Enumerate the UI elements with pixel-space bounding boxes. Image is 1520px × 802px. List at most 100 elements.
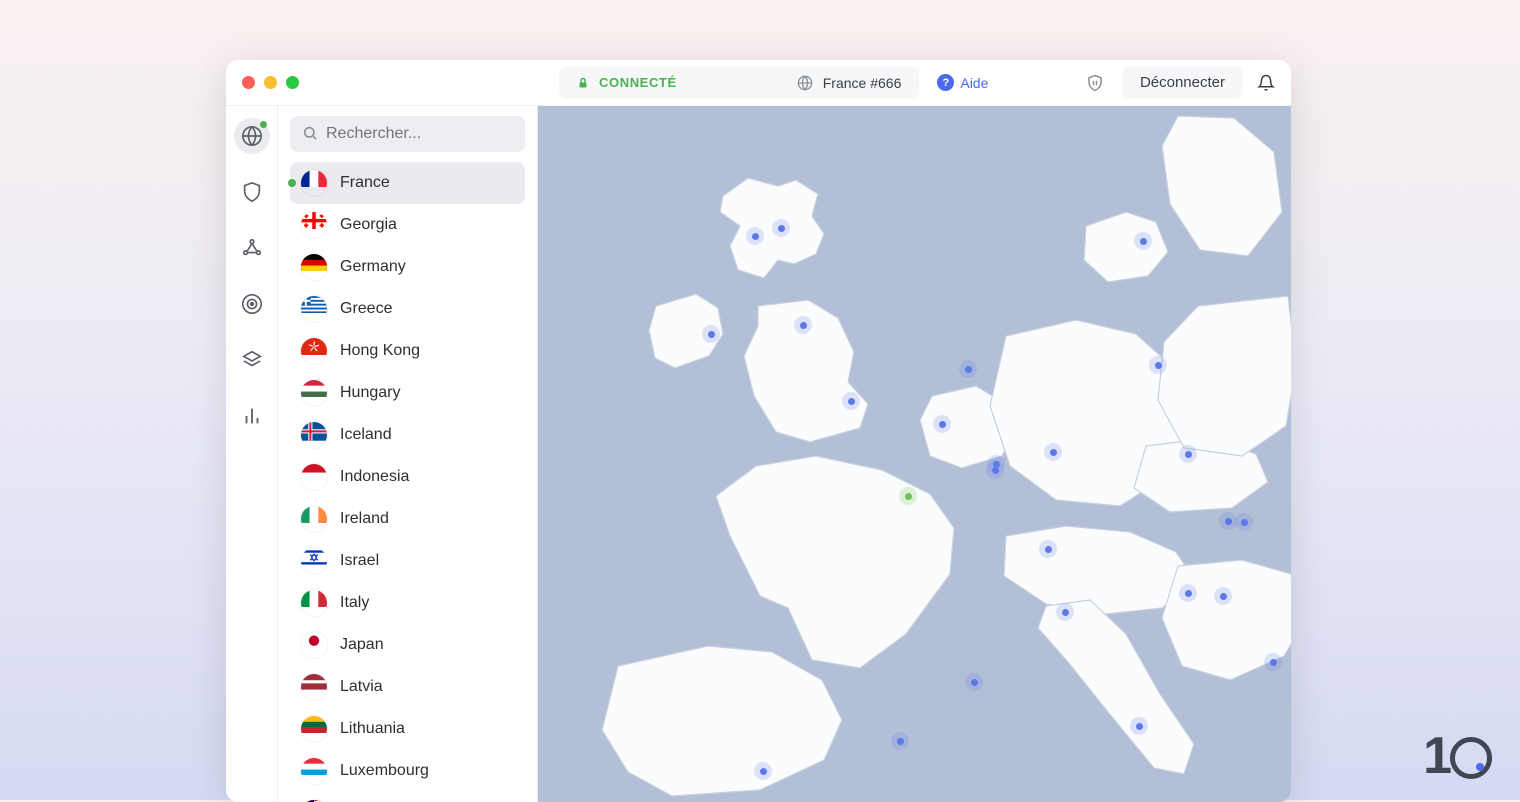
rail-stats[interactable] [234, 398, 270, 434]
flag-icon-it [300, 589, 328, 617]
flag-icon-is [300, 421, 328, 449]
disconnect-button[interactable]: Déconnecter [1122, 66, 1243, 99]
connected-indicator [260, 121, 267, 128]
connected-dot [288, 179, 296, 187]
country-label: France [340, 174, 390, 192]
flag-icon-il [300, 547, 328, 575]
country-item-lu[interactable]: Luxembourg [290, 750, 525, 792]
country-label: Georgia [340, 216, 397, 234]
connection-status-pill[interactable]: CONNECTÉ France #666 [559, 67, 919, 99]
server-marker[interactable] [959, 360, 977, 378]
server-marker[interactable] [1044, 443, 1062, 461]
server-name: France #666 [823, 75, 902, 91]
rail-countries[interactable] [234, 118, 270, 154]
rail-darkweb[interactable] [234, 286, 270, 322]
rail-meshnet[interactable] [234, 230, 270, 266]
help-icon: ? [937, 74, 954, 91]
traffic-lights [242, 76, 299, 89]
server-marker[interactable] [1235, 513, 1253, 531]
flag-icon-jp [300, 631, 328, 659]
server-marker[interactable] [842, 392, 860, 410]
bell-icon[interactable] [1257, 74, 1275, 92]
flag-icon-lu [300, 757, 328, 785]
globe-icon [241, 125, 263, 147]
app-body: France Georgia GermanyGreece Hong Kong Hunga… [226, 106, 1291, 802]
close-window[interactable] [242, 76, 255, 89]
help-link[interactable]: ? Aide [937, 74, 988, 91]
search-wrap [278, 106, 537, 162]
server-marker[interactable] [1130, 717, 1148, 735]
pause-shield-icon[interactable] [1086, 74, 1104, 92]
server-marker-connected[interactable] [899, 487, 917, 505]
nav-rail [226, 106, 278, 802]
flag-icon-de [300, 253, 328, 281]
country-item-hk[interactable]: Hong Kong [290, 330, 525, 372]
country-item-de[interactable]: Germany [290, 246, 525, 288]
server-marker[interactable] [1134, 232, 1152, 250]
maximize-window[interactable] [286, 76, 299, 89]
watermark-logo: 1 [1423, 726, 1492, 786]
server-marker[interactable] [1056, 603, 1074, 621]
country-sidebar: France Georgia GermanyGreece Hong Kong Hunga… [278, 106, 538, 802]
flag-icon-gr [300, 295, 328, 323]
country-item-lv[interactable]: Latvia [290, 666, 525, 708]
globe-icon [797, 75, 813, 91]
server-marker[interactable] [1264, 653, 1282, 671]
country-item-gr[interactable]: Greece [290, 288, 525, 330]
country-item-jp[interactable]: Japan [290, 624, 525, 666]
country-item-fr[interactable]: France [290, 162, 525, 204]
server-marker[interactable] [1149, 356, 1167, 374]
rail-presets[interactable] [234, 342, 270, 378]
minimize-window[interactable] [264, 76, 277, 89]
country-item-il[interactable]: Israel [290, 540, 525, 582]
server-marker[interactable] [1039, 540, 1057, 558]
server-marker[interactable] [1214, 587, 1232, 605]
country-label: Hong Kong [340, 342, 420, 360]
country-item-my[interactable]: Malaysia [290, 792, 525, 802]
layers-icon [241, 349, 263, 371]
map-view[interactable] [538, 106, 1291, 802]
country-label: Italy [340, 594, 369, 612]
search-input[interactable] [290, 116, 525, 152]
country-item-ge[interactable]: Georgia [290, 204, 525, 246]
server-marker[interactable] [754, 762, 772, 780]
country-label: Luxembourg [340, 762, 429, 780]
server-marker[interactable] [933, 415, 951, 433]
country-label: Japan [340, 636, 384, 654]
country-item-is[interactable]: Iceland [290, 414, 525, 456]
flag-icon-hu [300, 379, 328, 407]
country-list[interactable]: France Georgia GermanyGreece Hong Kong Hunga… [278, 162, 537, 802]
country-item-ie[interactable]: Ireland [290, 498, 525, 540]
vpn-app-window: CONNECTÉ France #666 ? Aide Déconnecter [226, 60, 1291, 802]
server-marker[interactable] [702, 325, 720, 343]
rail-security[interactable] [234, 174, 270, 210]
country-item-lt[interactable]: Lithuania [290, 708, 525, 750]
country-label: Indonesia [340, 468, 409, 486]
flag-icon-ie [300, 505, 328, 533]
country-label: Israel [340, 552, 379, 570]
server-marker[interactable] [772, 219, 790, 237]
flag-icon-id [300, 463, 328, 491]
flag-icon-lv [300, 673, 328, 701]
server-marker[interactable] [794, 316, 812, 334]
flag-icon-hk [300, 337, 328, 365]
connection-status-label: CONNECTÉ [599, 75, 677, 90]
server-marker[interactable] [965, 673, 983, 691]
country-label: Hungary [340, 384, 400, 402]
stats-icon [241, 405, 263, 427]
server-marker[interactable] [986, 461, 1004, 479]
country-label: Ireland [340, 510, 389, 528]
country-label: Iceland [340, 426, 392, 444]
country-item-hu[interactable]: Hungary [290, 372, 525, 414]
server-marker[interactable] [1179, 445, 1197, 463]
country-item-it[interactable]: Italy [290, 582, 525, 624]
server-marker[interactable] [1179, 584, 1197, 602]
lock-icon [577, 77, 589, 89]
country-item-id[interactable]: Indonesia [290, 456, 525, 498]
server-marker[interactable] [891, 732, 909, 750]
search-icon [302, 125, 318, 141]
flag-icon-ge [300, 211, 328, 239]
country-label: Lithuania [340, 720, 405, 738]
mesh-icon [241, 237, 263, 259]
server-marker[interactable] [746, 227, 764, 245]
